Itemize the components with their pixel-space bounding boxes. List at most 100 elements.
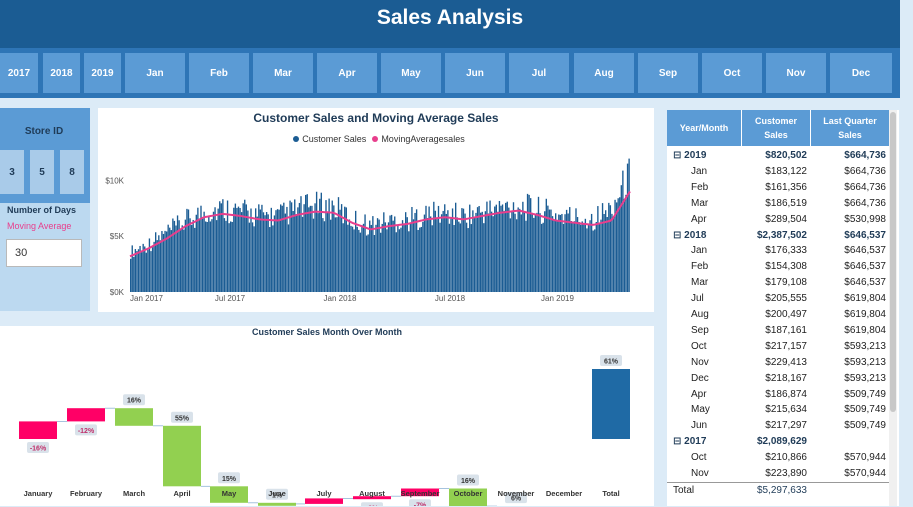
days-input[interactable]: 30	[6, 239, 82, 267]
cell-customer-sales: $5,297,633	[756, 484, 807, 496]
bar-customer-sales	[251, 222, 254, 292]
bar-customer-sales	[622, 170, 624, 292]
bar-customer-sales	[398, 229, 401, 292]
bar-customer-sales	[545, 198, 547, 292]
bar-customer-sales	[320, 192, 322, 292]
bar-customer-sales	[436, 219, 438, 292]
bar-customer-sales	[609, 205, 612, 292]
bar-customer-sales	[386, 229, 388, 292]
slicer-button-oct[interactable]: Oct	[702, 53, 762, 93]
bar-customer-sales	[137, 249, 140, 292]
days-title: Number of Days	[7, 205, 77, 215]
slicer-button-2017[interactable]: 2017	[0, 53, 38, 93]
bar-customer-sales	[501, 204, 504, 292]
bar-customer-sales	[301, 216, 304, 292]
cell-last-quarter-sales: $593,213	[844, 356, 886, 368]
x-tick-label: Jul 2017	[215, 294, 246, 303]
bar-customer-sales	[580, 224, 582, 292]
table-row: Dec $218,167 $593,213	[667, 371, 889, 387]
cell-last-quarter-sales: $570,944	[844, 468, 886, 479]
bar-customer-sales	[317, 213, 319, 292]
slicer-button-2018[interactable]: 2018	[43, 53, 80, 93]
table-year-row[interactable]: ⊟ 2017 $2,089,629	[667, 434, 889, 450]
bar-customer-sales	[464, 213, 466, 292]
bar-customer-sales	[250, 208, 252, 292]
store-button-3[interactable]: 3	[0, 150, 24, 194]
month-over-month-chart: Customer Sales Month Over Month -16% Janu…	[0, 326, 654, 506]
table-scrollbar[interactable]	[889, 110, 897, 506]
bar-customer-sales	[448, 223, 451, 292]
bar-customer-sales	[597, 206, 599, 292]
bar-customer-sales	[180, 229, 182, 292]
bar-customer-sales	[383, 212, 385, 292]
bar-customer-sales	[272, 225, 274, 292]
bar-customer-sales	[462, 208, 465, 292]
slicer-button-2019[interactable]: 2019	[84, 53, 121, 93]
table-row: Aug $200,497 $619,804	[667, 307, 889, 323]
slicer-button-feb[interactable]: Feb	[189, 53, 249, 93]
column-header-year-month[interactable]: Year/Month	[667, 110, 741, 146]
column-header-last-quarter-sales[interactable]: Last Quarter Sales	[811, 110, 889, 146]
bar-customer-sales	[615, 202, 618, 292]
bar-customer-sales	[508, 207, 510, 292]
slicer-button-may[interactable]: May	[381, 53, 441, 93]
bar-customer-sales	[451, 208, 454, 292]
bar-customer-sales	[283, 202, 285, 292]
x-tick-label: Jan 2018	[324, 294, 357, 303]
store-button-8[interactable]: 8	[60, 150, 84, 194]
bar-customer-sales	[162, 233, 165, 292]
table-year-row[interactable]: ⊟ 2019 $820,502 $664,736	[667, 148, 889, 164]
data-label: 61%	[604, 359, 619, 366]
bar-customer-sales	[256, 216, 258, 292]
bar-customer-sales	[367, 234, 369, 292]
slicer-button-jul[interactable]: Jul	[509, 53, 569, 93]
slicer-button-jan[interactable]: Jan	[125, 53, 185, 93]
bar-customer-sales	[431, 225, 433, 292]
sales-matrix-table: Year/Month Customer Sales Last Quarter S…	[667, 110, 899, 506]
bar-customer-sales	[473, 216, 476, 292]
table-year-row[interactable]: ⊟ 2018 $2,387,502 $646,537	[667, 228, 889, 244]
bar-customer-sales	[595, 222, 597, 292]
bar-customer-sales	[342, 223, 344, 292]
bar-customer-sales	[467, 228, 469, 292]
slicer-button-apr[interactable]: Apr	[317, 53, 377, 93]
bar-customer-sales	[553, 220, 555, 292]
bar-customer-sales	[626, 163, 629, 292]
slicer-button-dec[interactable]: Dec	[830, 53, 892, 93]
bar-customer-sales	[190, 225, 193, 292]
cell-customer-sales: $217,157	[765, 340, 807, 352]
table-row: Feb $161,356 $664,736	[667, 180, 889, 196]
bar-customer-sales	[537, 196, 540, 292]
column-header-customer-sales[interactable]: Customer Sales	[742, 110, 810, 146]
bar-customer-sales	[323, 221, 326, 292]
cell-last-quarter-sales: $664,736	[844, 181, 886, 193]
bar-customer-sales	[315, 191, 318, 292]
slicer-button-nov[interactable]: Nov	[766, 53, 826, 93]
slicer-button-aug[interactable]: Aug	[574, 53, 634, 93]
bar-customer-sales	[133, 256, 135, 292]
bar-customer-sales	[311, 205, 313, 292]
bar-customer-sales	[575, 208, 577, 292]
cell-customer-sales: $186,519	[765, 197, 807, 209]
bar-customer-sales	[384, 222, 387, 292]
bar-customer-sales	[212, 211, 215, 292]
bar-customer-sales	[403, 223, 405, 292]
bar-customer-sales	[198, 219, 201, 292]
bar-customer-sales	[476, 207, 479, 292]
scrollbar-thumb[interactable]	[890, 112, 896, 412]
store-button-5[interactable]: 5	[30, 150, 54, 194]
bar-customer-sales	[331, 200, 333, 292]
slicer-button-jun[interactable]: Jun	[445, 53, 505, 93]
bar-customer-sales	[287, 224, 290, 292]
slicer-button-mar[interactable]: Mar	[253, 53, 313, 93]
bar-customer-sales	[186, 208, 188, 292]
bar-customer-sales	[214, 207, 216, 292]
slicer-button-sep[interactable]: Sep	[638, 53, 698, 93]
bar-customer-sales	[406, 217, 408, 292]
bar-customer-sales	[531, 212, 533, 292]
data-label: 15%	[222, 476, 237, 483]
bar-customer-sales	[322, 218, 324, 292]
bar-customer-sales	[426, 218, 429, 292]
bar-customer-sales	[480, 212, 482, 292]
bar-customer-sales	[220, 203, 222, 292]
